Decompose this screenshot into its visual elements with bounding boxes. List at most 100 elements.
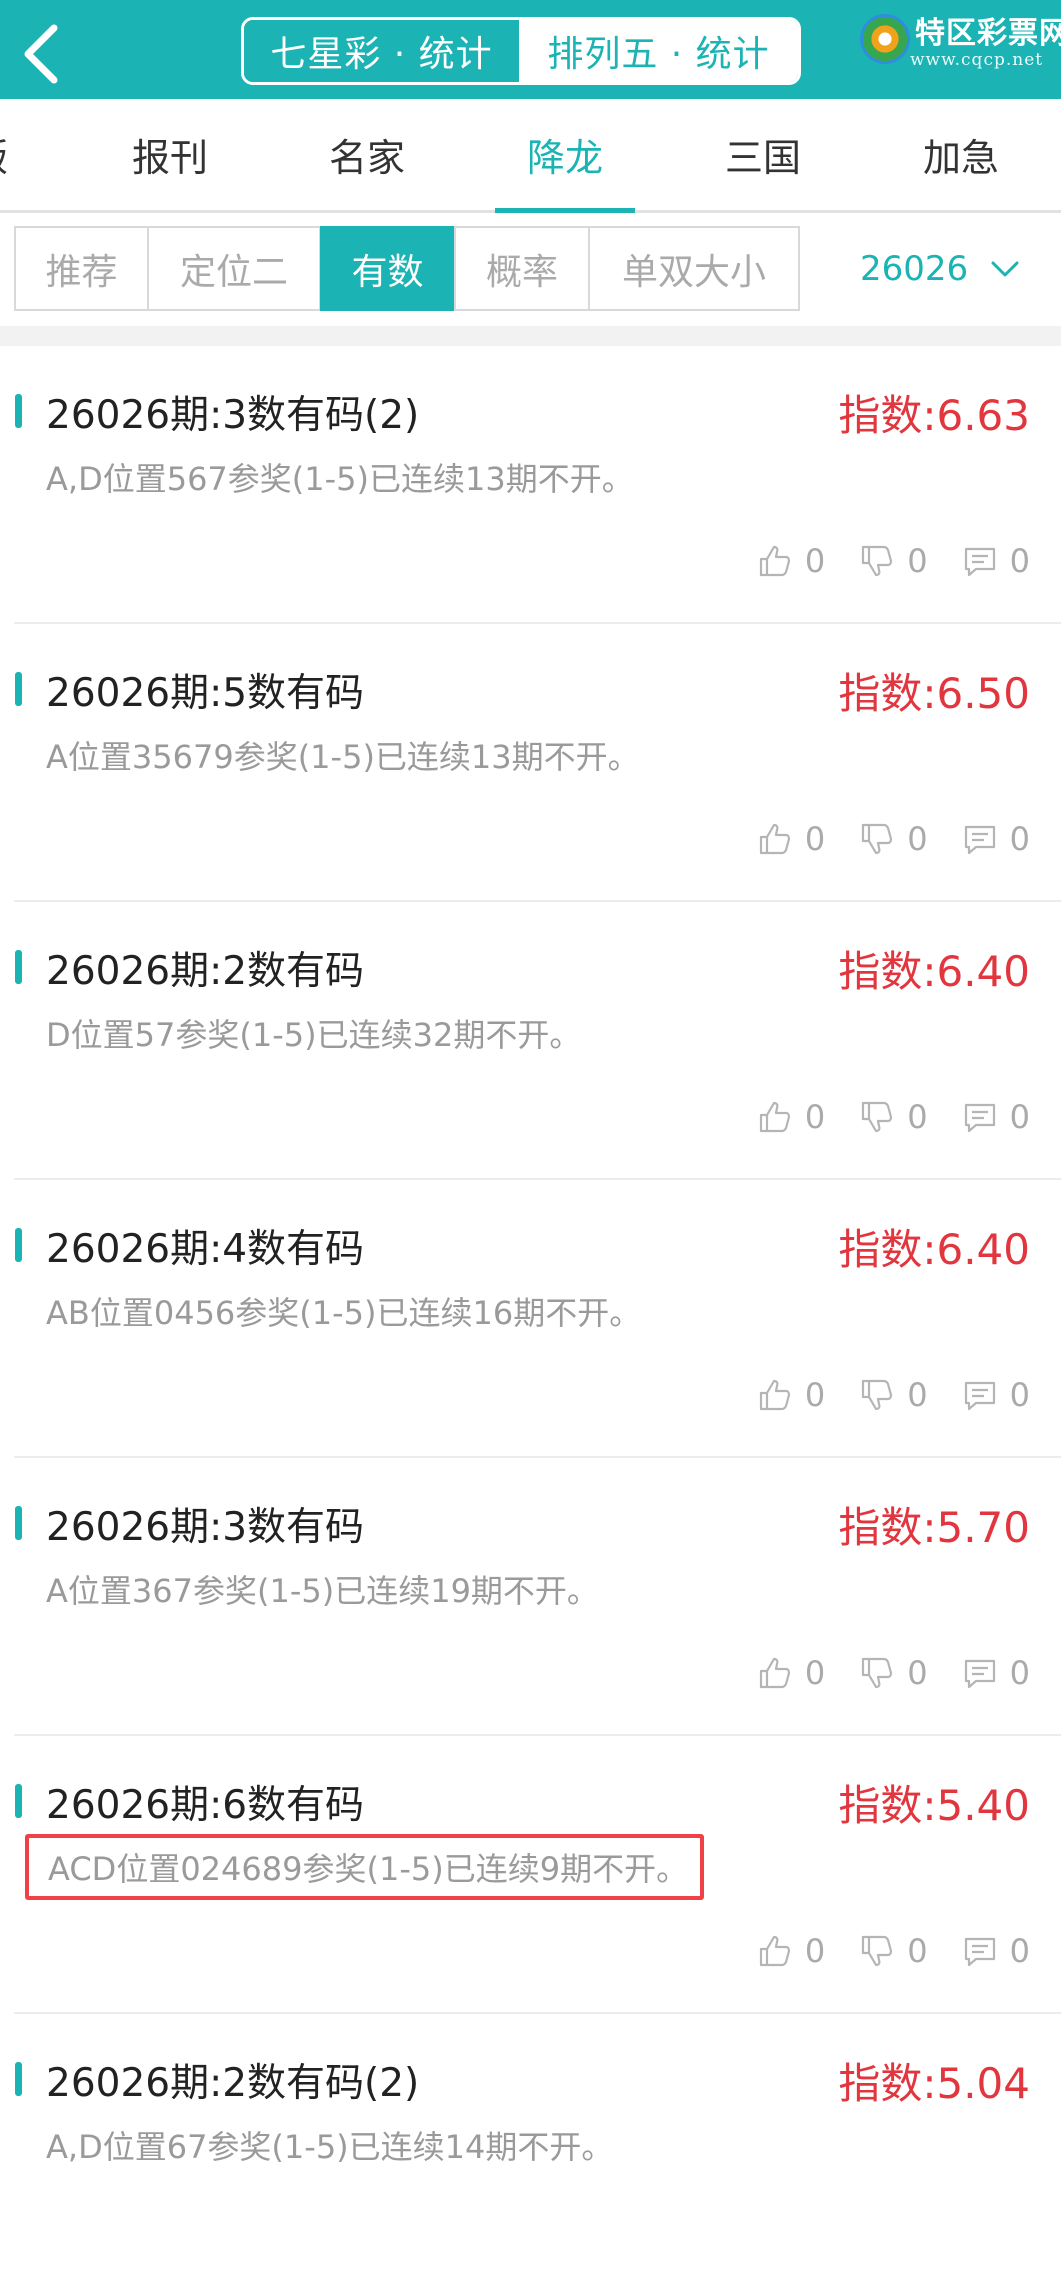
thumbs-down-icon <box>862 545 893 577</box>
thumbs-down-icon <box>862 1379 893 1411</box>
item-description: A,D位置567参奖(1-5)已连续13期不开。 <box>46 460 634 498</box>
comment-icon <box>964 1659 995 1689</box>
back-button[interactable] <box>10 14 80 94</box>
comment-icon <box>964 547 995 577</box>
like-count: 0 <box>804 1098 826 1136</box>
filter-tuijian[interactable]: 推荐 <box>14 226 149 311</box>
list-item[interactable]: 26026期:2数有码 指数:6.40 D位置57参奖(1-5)已连续32期不开… <box>0 902 1061 1180</box>
dislike-count: 0 <box>907 1654 928 1692</box>
filter-danshuangdaxiao[interactable]: 单双大小 <box>588 226 800 311</box>
site-logo: 特区彩票网 www.cqcp.net <box>860 8 1061 88</box>
period-selector[interactable]: 26026 <box>860 226 1020 311</box>
chevron-left-icon <box>24 24 58 84</box>
dislike-button[interactable]: 0 <box>859 542 928 580</box>
item-description: D位置57参奖(1-5)已连续32期不开。 <box>46 1016 582 1054</box>
item-index: 指数:6.50 <box>838 669 1030 718</box>
comment-count: 0 <box>1009 1654 1030 1692</box>
list-item[interactable]: 26026期:6数有码 指数:5.40 ACD位置024689参奖(1-5)已连… <box>0 1736 1061 2014</box>
comment-count: 0 <box>1009 542 1030 580</box>
comment-button[interactable]: 0 <box>962 1932 1030 1970</box>
item-title: 26026期:2数有码(2) <box>46 2061 420 2106</box>
comment-button[interactable]: 0 <box>962 1654 1030 1692</box>
thumbs-down-icon <box>862 823 893 855</box>
filter-gailv[interactable]: 概率 <box>454 226 590 311</box>
thumbs-up-icon <box>759 1657 791 1689</box>
thumbs-down-icon <box>862 1935 893 1967</box>
like-count: 0 <box>804 820 826 858</box>
item-index: 指数:6.40 <box>838 947 1030 996</box>
item-actions: 0 0 0 <box>723 1374 1030 1416</box>
tab-baokan[interactable]: 报刊 <box>80 99 260 210</box>
tab-mingjia[interactable]: 名家 <box>277 99 457 210</box>
item-actions: 0 0 0 <box>723 818 1030 860</box>
list-item[interactable]: 26026期:3数有码 指数:5.70 A位置367参奖(1-5)已连续19期不… <box>0 1458 1061 1736</box>
thumbs-up-icon <box>759 1101 791 1133</box>
item-marker <box>15 1228 22 1262</box>
thumbs-up-icon <box>759 545 791 577</box>
list-item[interactable]: 26026期:2数有码(2) 指数:5.04 A,D位置67参奖(1-5)已连续… <box>0 2014 1061 2292</box>
like-button[interactable]: 0 <box>757 1932 825 1970</box>
section-gap <box>0 326 1061 346</box>
dislike-button[interactable]: 0 <box>859 1098 928 1136</box>
segment-qixingcai[interactable]: 七星彩 · 统计 <box>244 20 519 82</box>
item-title: 26026期:4数有码 <box>46 1227 365 1272</box>
dislike-button[interactable]: 0 <box>859 820 928 858</box>
item-actions: 0 0 0 <box>723 1096 1030 1138</box>
tab-jiaji[interactable]: 加急 <box>871 99 1051 210</box>
item-description-highlighted: ACD位置024689参奖(1-5)已连续9期不开。 <box>25 1834 705 1900</box>
dislike-button[interactable]: 0 <box>859 1932 928 1970</box>
logo-mark-icon <box>860 14 910 64</box>
stat-list: 26026期:3数有码(2) 指数:6.63 A,D位置567参奖(1-5)已连… <box>0 346 1061 2292</box>
segment-pailiewu[interactable]: 排列五 · 统计 <box>519 20 798 82</box>
comment-icon <box>964 1937 995 1967</box>
tab-sanguo[interactable]: 三国 <box>673 99 853 210</box>
like-button[interactable]: 0 <box>757 820 825 858</box>
category-tabs: 版 报刊 名家 降龙 三国 加急 <box>0 99 1061 213</box>
like-count: 0 <box>804 1376 826 1414</box>
like-count: 0 <box>804 542 826 580</box>
thumbs-down-icon <box>862 1101 893 1133</box>
item-marker <box>15 394 22 428</box>
item-description: A,D位置67参奖(1-5)已连续14期不开。 <box>46 2128 614 2166</box>
item-title: 26026期:2数有码 <box>46 949 365 994</box>
item-description: A位置367参奖(1-5)已连续19期不开。 <box>46 1572 599 1610</box>
dislike-count: 0 <box>907 1376 928 1414</box>
comment-icon <box>964 1381 995 1411</box>
filter-bar: 推荐 定位二 有数 概率 单双大小 26026 <box>0 213 1061 326</box>
item-title: 26026期:3数有码(2) <box>46 393 420 438</box>
filter-youshu[interactable]: 有数 <box>320 226 455 311</box>
list-item[interactable]: 26026期:5数有码 指数:6.50 A位置35679参奖(1-5)已连续13… <box>0 624 1061 902</box>
list-item[interactable]: 26026期:3数有码(2) 指数:6.63 A,D位置567参奖(1-5)已连… <box>0 346 1061 624</box>
like-button[interactable]: 0 <box>757 542 825 580</box>
comment-button[interactable]: 0 <box>962 542 1030 580</box>
comment-count: 0 <box>1009 1932 1030 1970</box>
item-marker <box>15 1784 22 1818</box>
comment-button[interactable]: 0 <box>962 1376 1030 1414</box>
item-index: 指数:6.40 <box>838 1225 1030 1274</box>
like-button[interactable]: 0 <box>757 1654 825 1692</box>
item-title: 26026期:6数有码 <box>46 1783 365 1828</box>
item-actions: 0 0 0 <box>723 1652 1030 1694</box>
comment-button[interactable]: 0 <box>962 820 1030 858</box>
comment-icon <box>964 1103 995 1133</box>
item-title: 26026期:5数有码 <box>46 671 365 716</box>
item-marker <box>15 2062 22 2096</box>
dislike-count: 0 <box>907 542 928 580</box>
like-button[interactable]: 0 <box>757 1376 825 1414</box>
filter-dingweier[interactable]: 定位二 <box>147 226 321 311</box>
dislike-button[interactable]: 0 <box>859 1654 928 1692</box>
thumbs-up-icon <box>759 1379 791 1411</box>
item-marker <box>15 1506 22 1540</box>
like-button[interactable]: 0 <box>757 1098 825 1136</box>
thumbs-down-icon <box>862 1657 893 1689</box>
dislike-button[interactable]: 0 <box>859 1376 928 1414</box>
list-item[interactable]: 26026期:4数有码 指数:6.40 AB位置0456参奖(1-5)已连续16… <box>0 1180 1061 1458</box>
item-actions: 0 0 0 <box>723 540 1030 582</box>
lottery-type-switch: 七星彩 · 统计 排列五 · 统计 <box>241 17 801 85</box>
item-index: 指数:5.40 <box>838 1781 1030 1830</box>
item-index: 指数:6.63 <box>838 391 1030 440</box>
tab-xianglong[interactable]: 降龙 <box>475 99 655 213</box>
tab-partial[interactable]: 版 <box>0 99 8 210</box>
comment-button[interactable]: 0 <box>962 1098 1030 1136</box>
app-header: 七星彩 · 统计 排列五 · 统计 特区彩票网 www.cqcp.net <box>0 0 1061 99</box>
